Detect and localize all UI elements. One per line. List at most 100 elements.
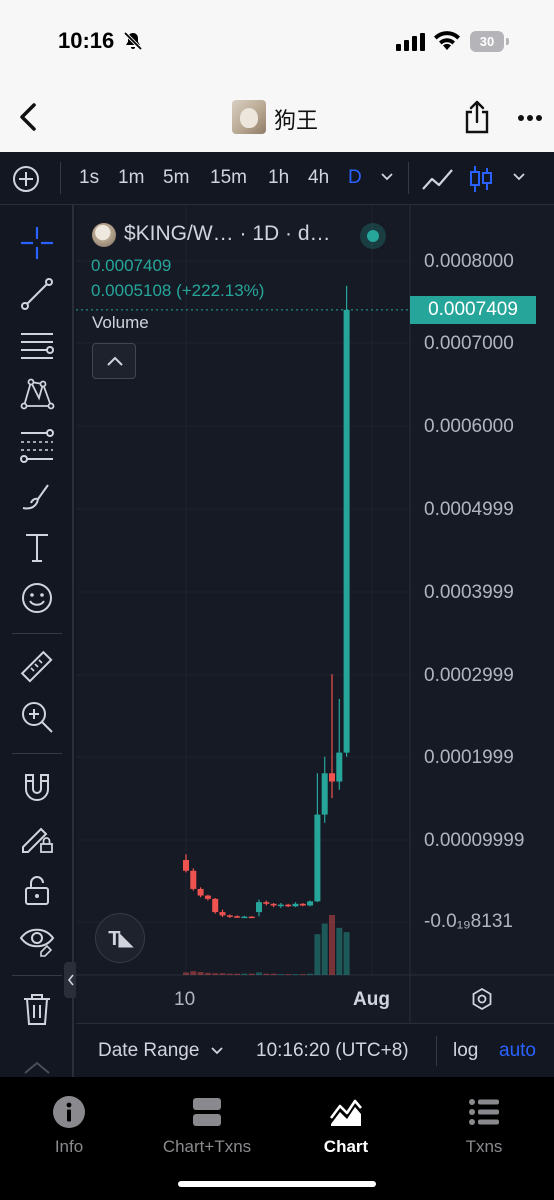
legend-title[interactable]: $KING/W… · 1D · d… [124,222,331,246]
candle-body [307,901,314,906]
volume-bar [307,973,314,975]
candle-body [256,902,262,913]
volume-bar [285,974,292,975]
pattern-tool-icon[interactable] [19,376,55,412]
candlestick-chart-icon[interactable] [468,164,494,194]
log-scale-toggle[interactable]: log [453,1040,478,1062]
battery-tip [506,38,509,45]
scroll-up-icon[interactable] [19,1057,55,1077]
y-axis-label: 0.0004999 [424,499,514,520]
candle-body [343,309,350,753]
chart-icon [329,1099,362,1126]
volume-bar [292,974,299,975]
candle-body [263,902,270,904]
signal-icon [396,33,425,51]
trend-line-icon[interactable] [19,276,55,312]
market-status-indicator [360,223,386,249]
timeframe-toolbar: 1s 1m 5m 15m 1h 4h D [0,152,554,205]
visibility-icon[interactable] [19,922,55,958]
volume-bar [263,973,270,975]
nav-chart[interactable]: Chart [291,1095,401,1156]
tradingview-logo-mark: T◣ [108,928,134,950]
timeframe-5m[interactable]: 5m [163,167,189,189]
toolbar-divider [12,633,62,634]
ruler-icon[interactable] [19,649,55,685]
toolbar-divider [12,975,62,976]
candle-body [241,916,248,919]
volume-bar [183,972,189,975]
volume-bar [248,973,255,975]
wifi-icon [434,31,460,50]
auto-scale-toggle[interactable]: auto [499,1040,536,1062]
volume-bar [190,971,197,975]
candle-body [197,888,204,896]
candle-body [277,904,284,907]
timezone-clock[interactable]: 10:16:20 (UTC+8) [256,1040,409,1062]
x-axis-label: Aug [353,989,390,1010]
chevron-down-icon[interactable] [512,170,526,184]
emoji-icon[interactable] [19,580,55,616]
chevron-down-icon[interactable] [380,170,394,184]
toolbar-divider [60,162,61,194]
timeframe-1s[interactable]: 1s [79,167,99,189]
volume-bar [314,934,321,975]
timeframe-1h[interactable]: 1h [268,167,289,189]
volume-bar [226,973,233,975]
candle-body [226,915,233,917]
bell-off-icon [123,31,143,51]
timeframe-4h[interactable]: 4h [308,167,329,189]
candle-body [212,898,219,913]
legend-price: 0.0007409 [91,256,172,275]
timeframe-1m[interactable]: 1m [118,167,144,189]
candle-body [292,903,299,907]
share-button[interactable] [462,100,492,134]
back-button[interactable] [16,102,42,132]
y-axis-label: 0.0008000 [424,251,514,272]
settings-icon[interactable] [470,987,494,1011]
toolbar-divider [12,753,62,754]
token-avatar [232,100,266,134]
more-options-button[interactable] [517,108,543,128]
timeframe-15m[interactable]: 15m [210,167,247,189]
nav-txns-label: Txns [465,1137,503,1156]
nav-info[interactable]: Info [14,1095,124,1156]
text-tool-icon[interactable] [19,529,55,565]
volume-bar [212,973,219,975]
zoom-in-icon[interactable] [19,699,55,735]
battery-level: 30 [470,31,504,52]
toolbar-divider [408,162,409,194]
nav-chart-txns[interactable]: Chart+Txns [152,1095,262,1156]
line-chart-icon[interactable] [421,165,455,193]
legend-collapse-button[interactable] [92,343,136,379]
lock-drawing-icon[interactable] [19,819,55,855]
candle-body [314,814,321,902]
date-range-button[interactable]: Date Range [98,1040,199,1062]
footer-divider [436,1036,437,1066]
trash-icon[interactable] [19,991,55,1027]
unlock-icon[interactable] [19,872,55,908]
crosshair-icon[interactable] [19,225,55,261]
timeframe-d[interactable]: D [348,167,362,189]
volume-bar [277,974,284,975]
chart-area[interactable]: $KING/W… · 1D · d… 0.0007409 0.0005108 (… [76,205,554,1023]
add-indicator-icon[interactable] [12,165,40,193]
horizontal-lines-icon[interactable] [19,326,55,362]
battery-indicator: 30 [470,31,510,52]
fib-retracement-icon[interactable] [19,427,55,463]
volume-bar [241,973,248,975]
tradingview-logo[interactable]: T◣ [95,913,145,963]
chevron-down-icon[interactable] [210,1044,224,1058]
candle-body [234,916,241,918]
legend-volume-label[interactable]: Volume [92,313,149,333]
volume-bar [336,927,343,975]
candle-body [190,870,197,889]
nav-txns[interactable]: Txns [429,1095,539,1156]
top-header: 10:16 30 狗王 [0,0,554,152]
volume-bar [299,974,306,975]
y-axis-label: 0.0003999 [424,582,514,603]
nav-info-label: Info [54,1137,84,1156]
last-price-tag: 0.0007409 [410,296,536,324]
magnet-icon[interactable] [19,769,55,805]
brush-icon[interactable] [19,478,55,514]
volume-bar [343,932,350,975]
